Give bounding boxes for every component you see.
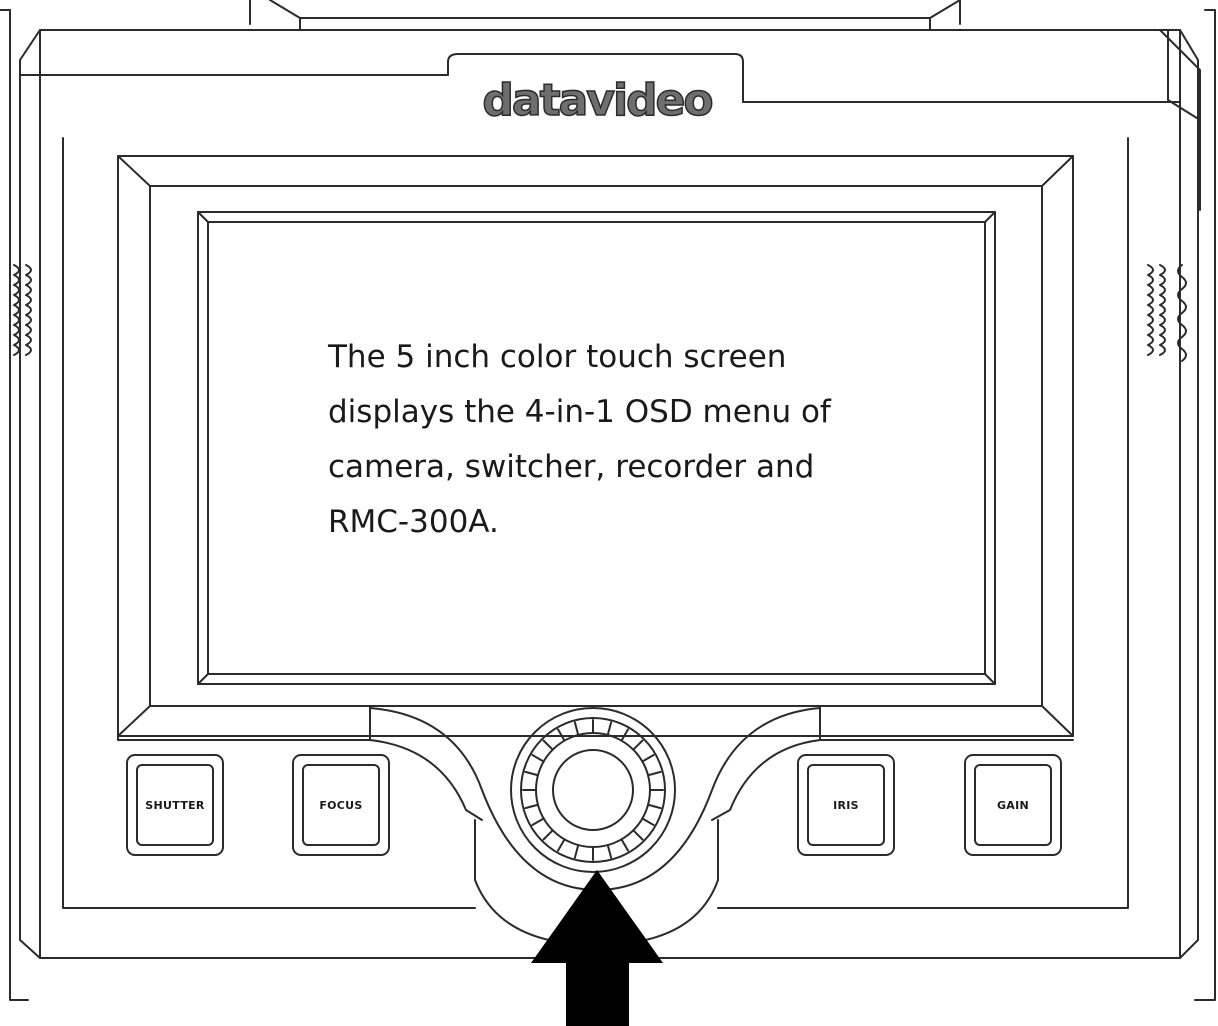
screen-description-line-1: The 5 inch color touch screen	[328, 339, 787, 375]
knob-ridge	[531, 754, 545, 763]
screen-description-line-2: displays the 4-in-1 OSD menu of	[328, 394, 831, 430]
shutter-button-label: SHUTTER	[145, 799, 205, 812]
knob-ridge	[524, 803, 539, 810]
iris-button-label: IRIS	[833, 799, 859, 812]
knob-ridge	[632, 829, 644, 841]
gain-button-label: GAIN	[997, 799, 1029, 812]
knob-ridge	[573, 721, 580, 736]
brand-logo: datavideo	[482, 75, 712, 126]
screen-description-line-3: camera, switcher, recorder and	[328, 449, 815, 485]
knob-ridge	[524, 770, 539, 777]
screen-description-line-4: RMC-300A.	[328, 504, 499, 540]
knob-ridges	[522, 719, 664, 861]
knob-ridge	[542, 739, 554, 751]
knob-ridge	[647, 803, 662, 810]
knob-ridge	[573, 844, 580, 859]
knob-ridge	[606, 721, 613, 736]
top-hinge	[249, 0, 961, 31]
knob-ridge	[647, 770, 662, 777]
left-side-bracket	[0, 9, 29, 1001]
diagram-canvas: datavideo SHUTTER FOCUS IRIS GAIN The 5 …	[0, 0, 1218, 1026]
pointer-arrow-up	[531, 870, 663, 1026]
knob-ridge	[641, 754, 655, 763]
left-grip	[13, 264, 32, 356]
knob-ridge	[557, 838, 566, 852]
knob-ridge	[542, 829, 554, 841]
knob-ridge	[620, 838, 629, 852]
knob-ridge	[531, 817, 545, 826]
screen-description: The 5 inch color touch screen displays t…	[328, 330, 888, 550]
knob-ridge	[632, 739, 644, 751]
knob-ridge	[641, 817, 655, 826]
knob-ridge	[606, 844, 613, 859]
control-knob[interactable]	[510, 707, 676, 873]
focus-button-label: FOCUS	[319, 799, 362, 812]
